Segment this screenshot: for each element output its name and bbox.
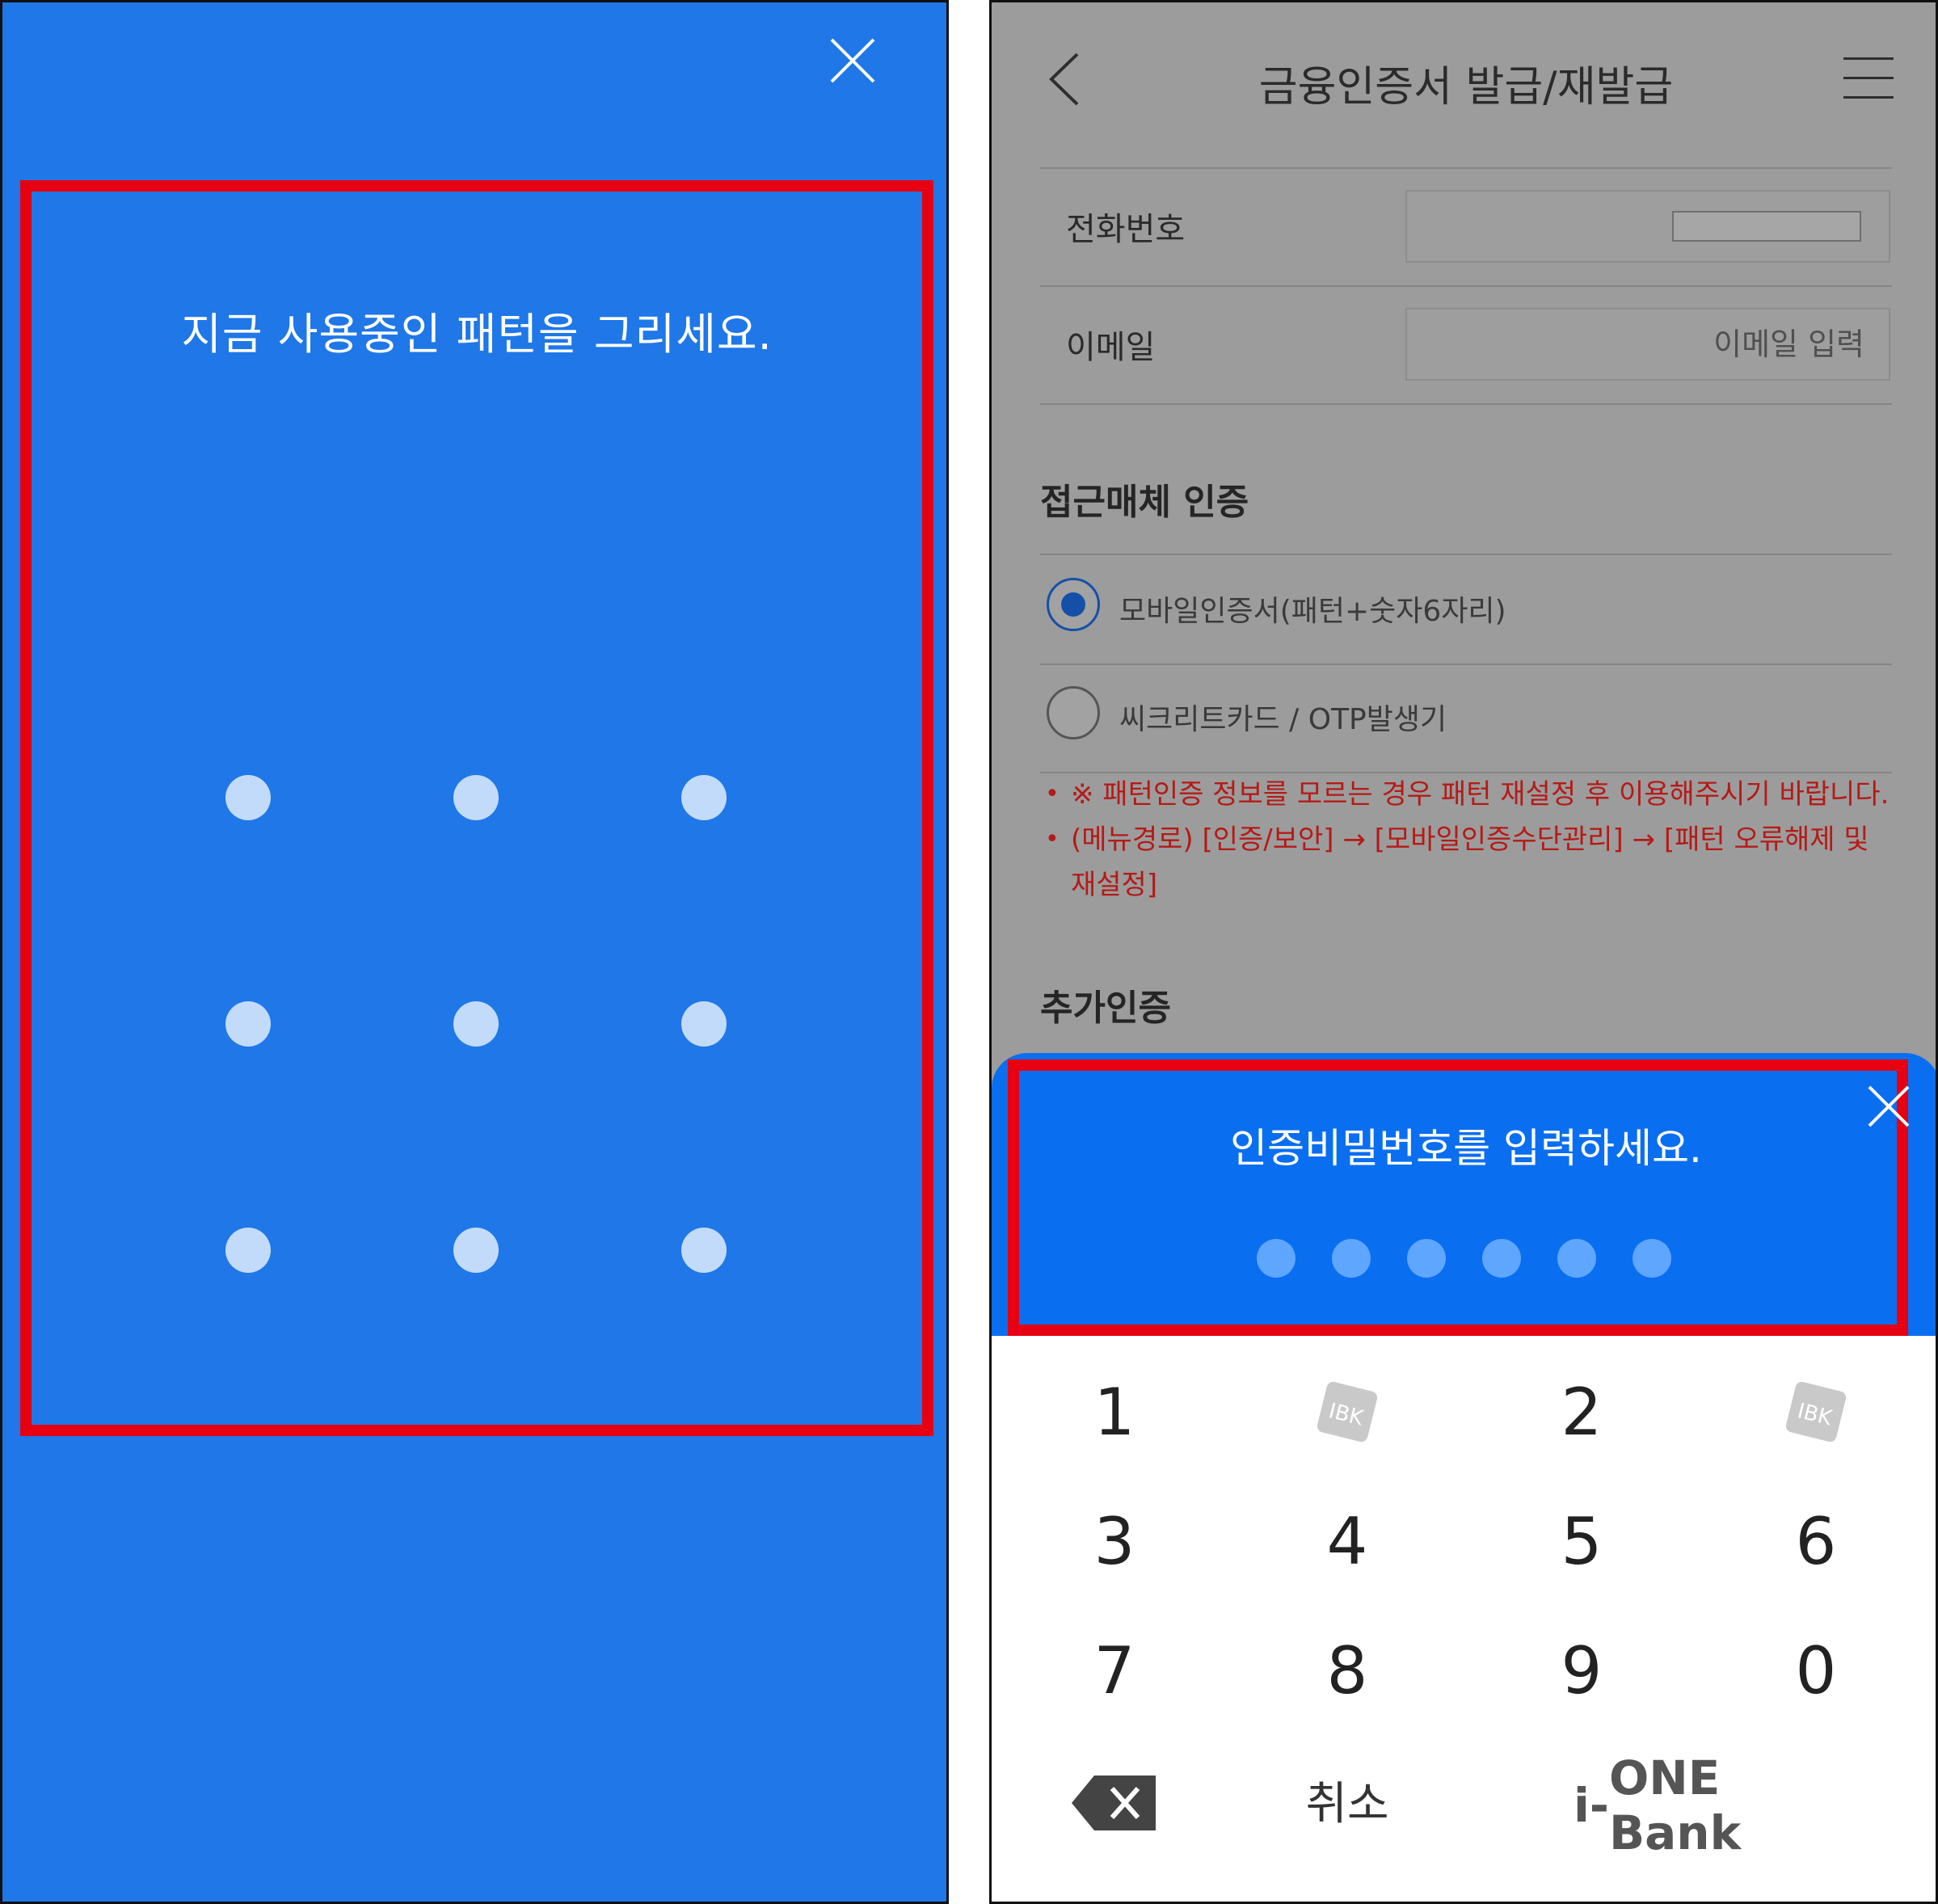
pin-dot <box>1557 1239 1596 1278</box>
radio-label: 씨크리트카드 / OTP발생기 <box>1119 703 1447 736</box>
pattern-dot[interactable] <box>225 775 271 820</box>
certificate-screen: 금융인증서 발급/재발급 전화번호 이메일 접근매체 인증 모바일인증서(패턴+… <box>989 0 1938 1904</box>
notice-menu-path: • (메뉴경로) [인증/보안] → [모바일인증수단관리] → [패턴 오류해… <box>1045 817 1894 908</box>
notice-text: (메뉴경로) [인증/보안] → [모바일인증수단관리] → [패턴 오류해제 … <box>1071 824 1869 901</box>
key-4[interactable]: 4 <box>1274 1493 1420 1590</box>
pin-dot <box>1257 1239 1296 1278</box>
key-blank[interactable]: IBK <box>1743 1363 1889 1460</box>
email-label: 이메일 <box>1066 329 1156 366</box>
pin-dot <box>1482 1239 1521 1278</box>
key-9[interactable]: 9 <box>1509 1622 1654 1719</box>
backspace-icon <box>1072 1776 1156 1830</box>
pattern-dot[interactable] <box>681 775 727 820</box>
i-one-bank-logo: i- ONE Bank <box>1574 1750 1848 1860</box>
key-3[interactable]: 3 <box>1042 1493 1187 1590</box>
radio-selected-icon[interactable] <box>1047 578 1100 631</box>
key-8[interactable]: 8 <box>1274 1622 1420 1719</box>
email-field[interactable] <box>1407 310 1889 379</box>
notice-pattern-reset: • ※ 패턴인증 정보를 모르는 경우 패턴 재설정 후 이용해주시기 바랍니다… <box>1045 772 1894 817</box>
key-1[interactable]: 1 <box>1042 1363 1187 1460</box>
cancel-key[interactable]: 취소 <box>1258 1751 1436 1848</box>
radio-unselected-icon[interactable] <box>1047 686 1100 739</box>
notice-text: ※ 패턴인증 정보를 모르는 경우 패턴 재설정 후 이용해주시기 바랍니다. <box>1071 778 1890 811</box>
pattern-dot[interactable] <box>453 775 499 820</box>
radio-label: 모바일인증서(패턴+숫자6자리) <box>1119 595 1506 628</box>
access-auth-title: 접근매체 인증 <box>1040 482 1249 523</box>
brand-name: ONE Bank <box>1608 1750 1742 1860</box>
radio-secret-card-otp[interactable]: 씨크리트카드 / OTP발생기 <box>1047 683 1855 748</box>
key-5[interactable]: 5 <box>1509 1493 1654 1590</box>
brand-prefix: i- <box>1574 1778 1609 1833</box>
pattern-dot[interactable] <box>681 1001 727 1047</box>
key-2[interactable]: 2 <box>1509 1363 1654 1460</box>
pattern-dot[interactable] <box>225 1001 271 1047</box>
pin-dot <box>1332 1239 1371 1278</box>
page-title: 금융인증서 발급/재발급 <box>1258 63 1674 112</box>
pattern-dot[interactable] <box>681 1228 727 1273</box>
key-blank[interactable]: IBK <box>1274 1363 1420 1460</box>
backspace-key[interactable] <box>1042 1754 1187 1851</box>
secure-keypad: 1 IBK 2 IBK 3 4 5 6 7 8 9 0 취소 i- ONE Ba… <box>992 1336 1936 1902</box>
pin-dot <box>1407 1239 1446 1278</box>
highlight-frame <box>1008 1059 1908 1336</box>
key-7[interactable]: 7 <box>1042 1622 1187 1719</box>
key-6[interactable]: 6 <box>1743 1493 1889 1590</box>
notice-bullet: • <box>1045 780 1060 808</box>
pattern-dot[interactable] <box>453 1001 499 1047</box>
pattern-dot[interactable] <box>225 1228 271 1273</box>
pattern-dot[interactable] <box>453 1228 499 1273</box>
radio-mobile-certificate[interactable]: 모바일인증서(패턴+숫자6자리) <box>1047 575 1855 639</box>
pattern-prompt: 지금 사용중인 패턴을 그리세요. <box>181 309 773 360</box>
phone-label: 전화번호 <box>1066 211 1186 248</box>
ibk-logo-icon: IBK <box>1785 1381 1847 1443</box>
pattern-screen: 지금 사용중인 패턴을 그리세요. <box>0 0 949 1904</box>
extra-auth-title: 추가인증 <box>1040 988 1171 1029</box>
phone-number-value <box>1672 211 1861 242</box>
pin-dot <box>1633 1239 1671 1278</box>
hamburger-menu-icon[interactable] <box>1843 57 1894 103</box>
key-0[interactable]: 0 <box>1743 1622 1889 1719</box>
pin-prompt: 인증비밀번호를 입력하세요. <box>1230 1125 1702 1172</box>
notice-bullet: • <box>1045 825 1060 853</box>
close-icon[interactable] <box>827 35 878 86</box>
close-icon[interactable] <box>1866 1084 1911 1129</box>
ibk-logo-icon: IBK <box>1317 1381 1378 1443</box>
phone-field[interactable] <box>1405 190 1890 263</box>
